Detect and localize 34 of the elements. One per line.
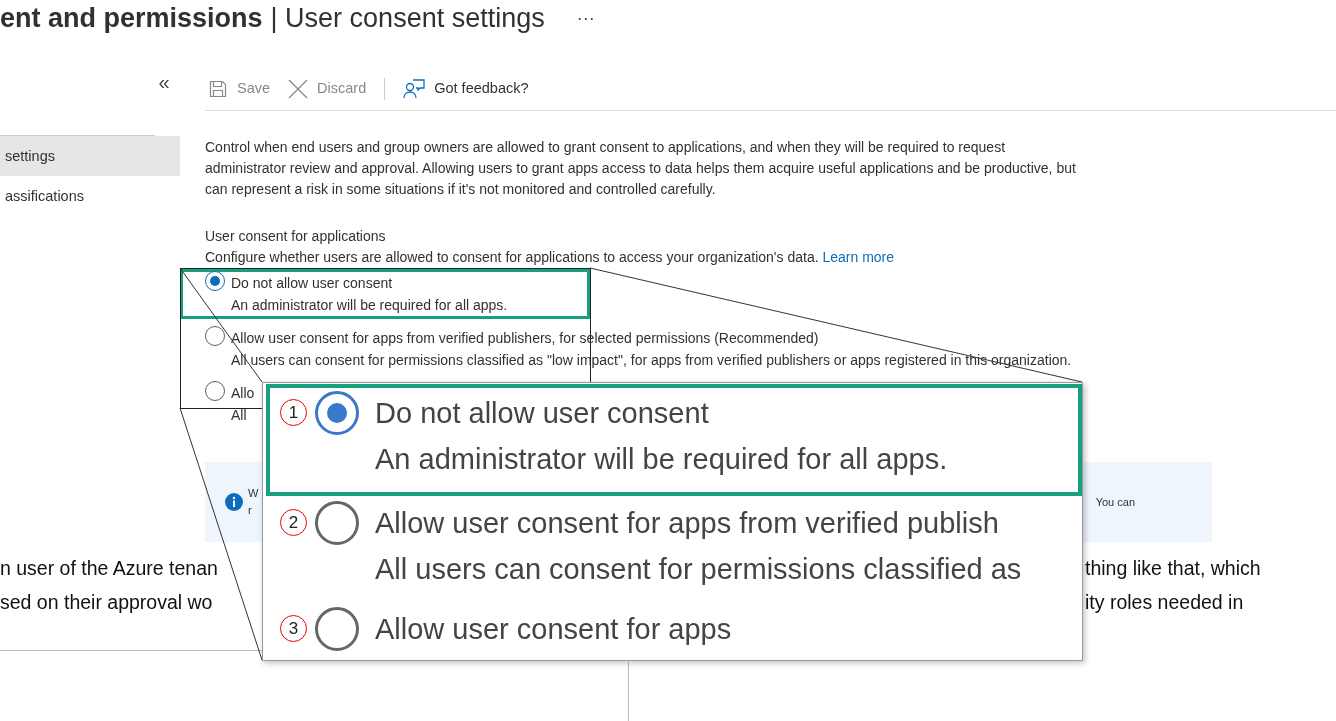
more-button[interactable]: ···	[576, 4, 595, 32]
close-icon	[288, 79, 309, 99]
document-text: n user of the Azure tenan	[0, 556, 218, 581]
learn-more-link[interactable]: Learn more	[822, 249, 895, 265]
save-icon	[208, 79, 228, 99]
description-text: Control when end users and group owners are allowed to grant consent to applications, and when they will be required to request administrator review and approval. Allowing users to grant apps access to data helps them acquire useful applications and be productive, but can represent a risk in some situations if it's not monitored and controlled carefully.	[205, 138, 1077, 199]
option-description: All	[231, 406, 248, 425]
option-label: Allow user consent for apps	[375, 612, 732, 647]
option-description: An administrator will be required for all apps.	[231, 296, 508, 315]
section-title: User consent for applications	[205, 227, 387, 246]
sidebar-item[interactable]: settings	[0, 136, 180, 176]
document-text: sed on their approval wo	[0, 590, 213, 615]
info-text: You can	[1095, 494, 1135, 510]
info-text: W	[248, 486, 259, 501]
feedback-button[interactable]: Got feedback?	[403, 78, 529, 100]
radio-button[interactable]	[205, 381, 225, 401]
option-label: Do not allow user consent	[375, 396, 710, 431]
info-text: r	[248, 503, 253, 518]
collapse-button[interactable]: «	[152, 68, 176, 96]
option-description: All users can consent for permissions classified as	[375, 552, 1022, 587]
page-title: ent and permissions	[0, 1, 263, 35]
radio-button[interactable]	[205, 326, 225, 346]
option-label: Allo	[231, 384, 255, 403]
feedback-icon	[403, 79, 426, 99]
option-label: Do not allow user consent	[231, 274, 394, 293]
document-text: thing like that, which	[1085, 556, 1262, 581]
sidebar-item[interactable]: assifications	[0, 176, 180, 216]
info-icon	[225, 493, 243, 511]
option-description: An administrator will be required for all apps.	[375, 442, 948, 477]
section-hint: Configure whether users are allowed to consent for applications to access your organization's data. Learn more	[205, 248, 896, 267]
page-subtitle: | User consent settings	[270, 1, 545, 35]
option-label: Allow user consent for apps from verified publish	[375, 506, 1000, 541]
radio-button[interactable]	[205, 271, 225, 291]
document-text: ity roles needed in	[1085, 590, 1245, 615]
